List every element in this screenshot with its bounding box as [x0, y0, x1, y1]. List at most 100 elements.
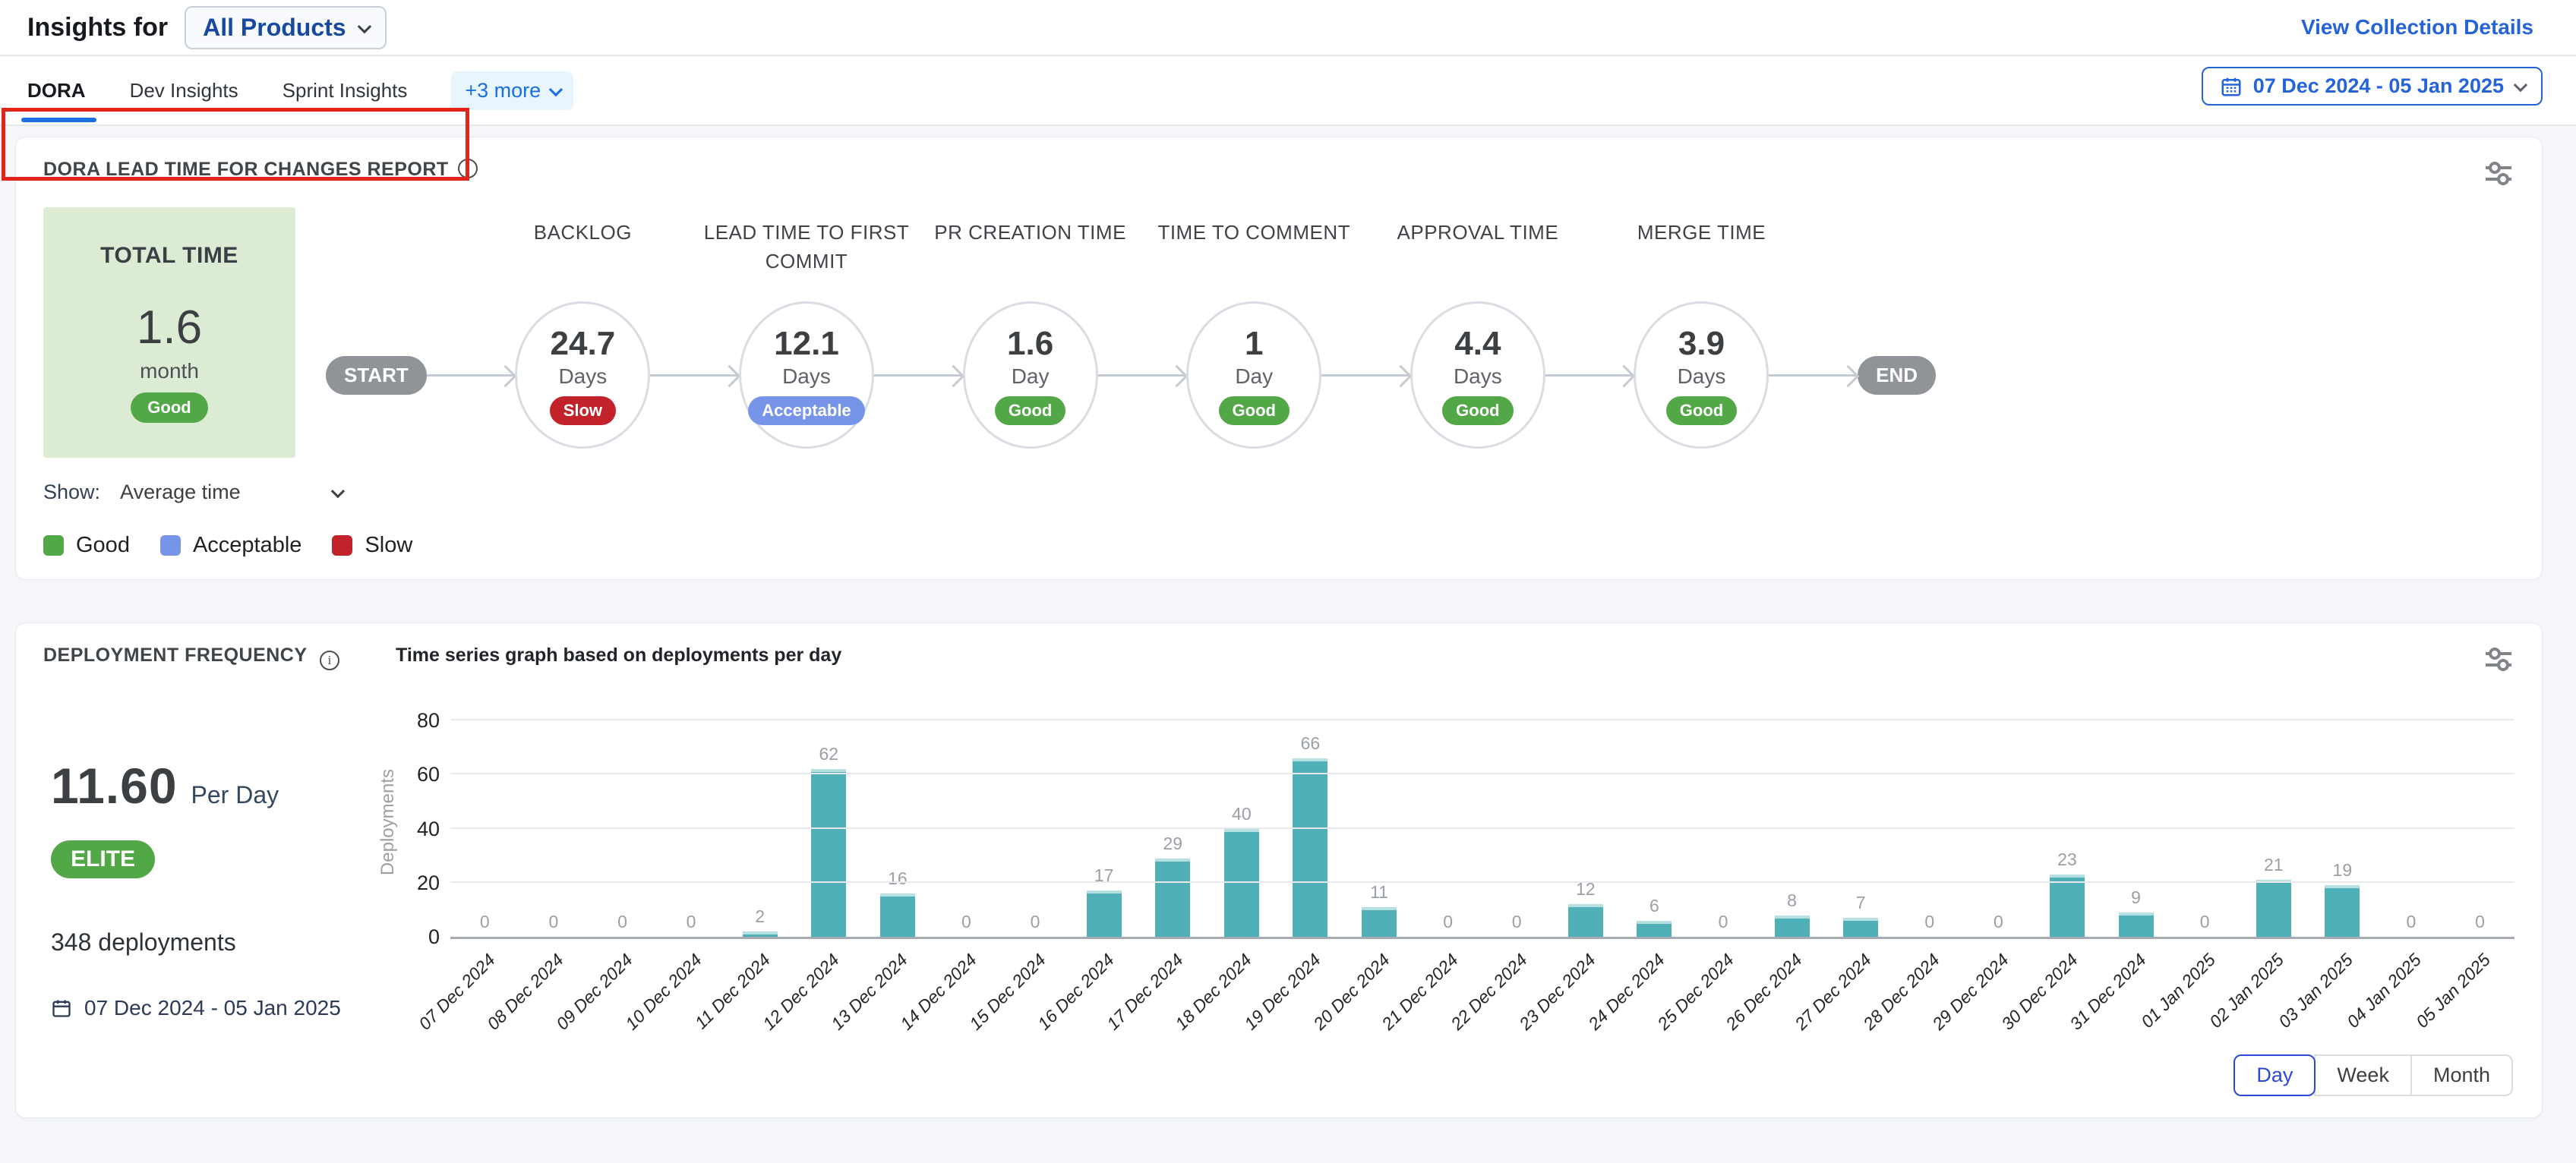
total-time-unit: month — [140, 359, 199, 383]
tab-dev-insights[interactable]: Dev Insights — [130, 79, 238, 102]
bar-value-label: 0 — [617, 912, 627, 932]
chevron-down-icon — [2514, 78, 2527, 92]
flow-arrow — [1321, 374, 1410, 377]
bar-slot: 0 — [2445, 912, 2514, 937]
stage-status-badge: Good — [1442, 396, 1513, 425]
y-tick-label: 60 — [417, 763, 440, 786]
bar — [1293, 758, 1327, 937]
bar-value-label: 21 — [2264, 855, 2284, 875]
stage-node-backlog: BACKLOG24.7DaysSlow — [515, 301, 650, 449]
chart-settings-button[interactable] — [2483, 645, 2514, 673]
stage-label: MERGE TIME — [1568, 219, 1834, 247]
bar-slot: 0 — [1001, 912, 1070, 937]
flow-arrow — [1769, 374, 1858, 377]
date-range-value: 07 Dec 2024 - 05 Jan 2025 — [2253, 74, 2504, 98]
bar-value-label: 2 — [755, 906, 765, 927]
deployment-stats: 11.60 Per Day ELITE 348 deployments 07 D… — [43, 681, 377, 1096]
stage-node-time-to-comment: TIME TO COMMENT1DayGood — [1186, 301, 1321, 449]
bar-slot: 17 — [1069, 865, 1138, 937]
calendar-icon — [51, 998, 72, 1019]
total-time-status-badge: Good — [131, 392, 207, 423]
bar — [2325, 885, 2360, 937]
legend-label: Slow — [365, 533, 412, 558]
legend-swatch — [43, 535, 64, 556]
granularity-month-button[interactable]: Month — [2410, 1054, 2513, 1096]
tab-dora[interactable]: DORA — [27, 79, 86, 102]
deployment-rate-unit: Per Day — [191, 781, 279, 809]
deployment-frequency-card: DEPLOYMENT FREQUENCY i Time series graph… — [15, 622, 2543, 1118]
total-time-box: TOTAL TIME 1.6 month Good — [43, 207, 295, 458]
y-axis-title: Deployments — [377, 769, 399, 875]
stats-date-range-value: 07 Dec 2024 - 05 Jan 2025 — [84, 996, 341, 1020]
tab-sprint-insights[interactable]: Sprint Insights — [283, 79, 408, 102]
bar-slot: 0 — [1964, 912, 2033, 937]
bar-slot: 0 — [657, 912, 726, 937]
info-icon[interactable]: i — [320, 651, 339, 670]
end-pill: END — [1858, 356, 1936, 395]
bar-slot: 21 — [2239, 855, 2308, 937]
deployments-total: 348 deployments — [51, 928, 377, 957]
date-range-picker[interactable]: 07 Dec 2024 - 05 Jan 2025 — [2202, 67, 2543, 106]
legend-item-good: Good — [43, 533, 130, 558]
legend-swatch — [332, 535, 352, 556]
bar-value-label: 62 — [819, 744, 838, 764]
legend-label: Good — [76, 533, 130, 558]
flow-arrow — [1545, 374, 1634, 377]
legend-label: Acceptable — [193, 533, 302, 558]
granularity-week-button[interactable]: Week — [2314, 1054, 2412, 1096]
lead-time-flow: TOTAL TIME 1.6 month Good STARTBACKLOG24… — [43, 207, 2514, 458]
bar-slot: 6 — [1620, 896, 1689, 937]
bar-slot: 11 — [1345, 882, 1414, 937]
granularity-toggle: DayWeekMonth — [377, 1054, 2514, 1096]
bar-value-label: 29 — [1163, 834, 1182, 854]
bar-value-label: 16 — [888, 868, 908, 889]
bar-value-label: 0 — [2407, 912, 2417, 932]
stage-status-badge: Acceptable — [748, 396, 864, 425]
bar-slot: 0 — [588, 912, 657, 937]
show-selector-row: Show: Average time — [43, 481, 2514, 504]
gridline — [450, 881, 2514, 883]
x-axis-labels: 07 Dec 202408 Dec 202409 Dec 202410 Dec … — [450, 939, 2514, 1053]
gridline — [450, 719, 2514, 720]
bar-slot: 0 — [2377, 912, 2446, 937]
show-dropdown-value: Average time — [120, 481, 241, 504]
gridline — [450, 827, 2514, 829]
product-selector-value: All Products — [203, 14, 346, 42]
bar-slot: 0 — [932, 912, 1001, 937]
sliders-icon — [2483, 645, 2514, 673]
bar — [1224, 829, 1259, 938]
stage-value: 12.1 — [774, 325, 839, 363]
bar-value-label: 7 — [1856, 893, 1866, 913]
stage-value: 1.6 — [1007, 325, 1053, 363]
lead-time-card-title: DORA LEAD TIME FOR CHANGES REPORT — [43, 159, 449, 181]
page-header: Insights for All Products View Collectio… — [0, 0, 2576, 55]
stage-unit: Days — [558, 364, 607, 389]
product-selector-dropdown[interactable]: All Products — [185, 6, 386, 49]
view-collection-details-link[interactable]: View Collection Details — [2301, 15, 2533, 39]
plot-area: 0000262160017294066110012608700239021190… — [450, 720, 2514, 939]
more-tabs-dropdown[interactable]: +3 more — [451, 71, 573, 110]
info-icon[interactable]: i — [458, 159, 478, 178]
bar-value-label: 6 — [1649, 896, 1659, 916]
stage-unit: Day — [1012, 364, 1050, 389]
bar-slot: 16 — [863, 868, 933, 937]
granularity-day-button[interactable]: Day — [2233, 1054, 2316, 1096]
bar — [811, 769, 846, 937]
bar — [1568, 904, 1603, 937]
bar-slot: 0 — [1482, 912, 1552, 937]
bar-value-label: 66 — [1301, 733, 1321, 754]
y-tick-label: 80 — [417, 709, 440, 732]
bar-slot: 8 — [1757, 890, 1826, 938]
chart-settings-button[interactable] — [2483, 159, 2514, 188]
stage-unit: Days — [782, 364, 831, 389]
bar — [2256, 880, 2291, 937]
stage-flow: STARTBACKLOG24.7DaysSlowLEAD TIME TO FIR… — [326, 207, 1936, 458]
stage-status-badge: Good — [995, 396, 1065, 425]
bar-value-label: 0 — [687, 912, 696, 932]
y-axis: Deployments 020406080 — [377, 720, 450, 939]
show-dropdown[interactable]: Average time — [120, 481, 342, 504]
legend-item-slow: Slow — [332, 533, 412, 558]
tabs: DORA Dev Insights Sprint Insights +3 more — [27, 71, 573, 110]
chart-title: Time series graph based on deployments p… — [377, 645, 841, 667]
bar — [1087, 890, 1122, 937]
